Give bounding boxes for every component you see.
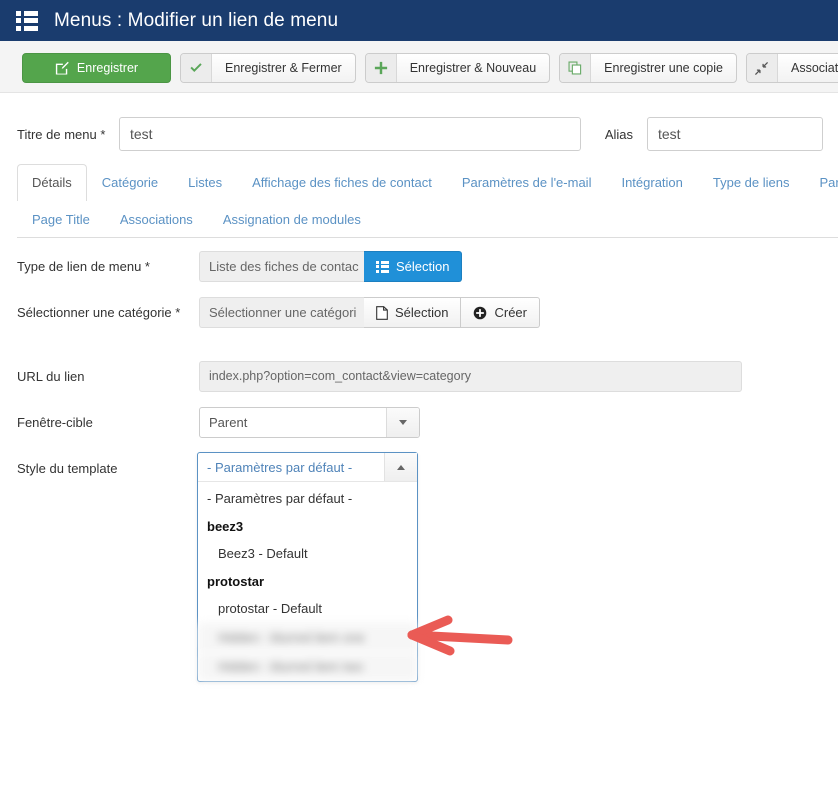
- template-style-dropdown-header[interactable]: - Paramètres par défaut -: [198, 453, 417, 482]
- field-target-window: Fenêtre-cible Parent: [17, 407, 420, 438]
- save-close-button[interactable]: Enregistrer & Fermer: [180, 53, 356, 83]
- menu-grid-icon: [16, 10, 38, 31]
- tab-parametres-email[interactable]: Paramètres de l'e-mail: [447, 164, 607, 201]
- tab-categorie[interactable]: Catégorie: [87, 164, 173, 201]
- field-menu-link-type: Type de lien de menu * Liste des fiches …: [17, 251, 463, 282]
- dropdown-option-default[interactable]: - Paramètres par défaut -: [198, 484, 417, 513]
- save-pencil-icon: [55, 61, 69, 75]
- content-area: Titre de menu * Alias Détails Catégorie …: [0, 94, 838, 709]
- category-select-button[interactable]: Sélection: [364, 297, 462, 328]
- page-title: Menus : Modifier un lien de menu: [54, 9, 339, 31]
- dropdown-group-beez3: beez3: [207, 519, 244, 534]
- title-alias-row: Titre de menu * Alias: [17, 117, 823, 151]
- joomla-menu-item-edit-page: Menus : Modifier un lien de menu Enregis…: [0, 0, 838, 805]
- menu-link-type-label: Type de lien de menu *: [17, 259, 150, 274]
- plus-icon: [365, 54, 397, 82]
- tab-details[interactable]: Détails: [17, 164, 87, 201]
- toolbar: Enregistrer Enregistrer & Fermer Enregis…: [22, 53, 838, 83]
- tab-bar: Détails Catégorie Listes Affichage des f…: [17, 164, 838, 238]
- dropdown-group-protostar: protostar: [207, 574, 265, 589]
- template-style-label: Style du template: [17, 461, 118, 476]
- menu-link-type-control: Liste des fiches de contac Sélection: [199, 251, 463, 282]
- target-window-value: Parent: [209, 415, 248, 430]
- tab-assignation-modules[interactable]: Assignation de modules: [208, 201, 376, 238]
- arrows-collapse-icon: [746, 54, 778, 82]
- field-link-url: URL du lien index.php?option=com_contact…: [17, 361, 742, 392]
- tab-parametres-truncated[interactable]: Param: [805, 164, 838, 201]
- template-style-selected-value: - Paramètres par défaut -: [207, 460, 353, 475]
- document-icon: [376, 305, 388, 320]
- save-button-label: Enregistrer: [76, 61, 139, 75]
- tab-affichage-fiches-contact[interactable]: Affichage des fiches de contact: [237, 164, 447, 201]
- dropdown-option-redacted-2[interactable]: Hidden - blurred item two: [198, 652, 417, 681]
- template-style-option-list: - Paramètres par défaut - beez3 Beez3 - …: [198, 482, 417, 681]
- link-url-value: index.php?option=com_contact&view=catego…: [199, 361, 742, 392]
- tab-row-1: Détails Catégorie Listes Affichage des f…: [17, 164, 838, 201]
- save-copy-button[interactable]: Enregistrer une copie: [559, 53, 737, 83]
- save-copy-button-label: Enregistrer une copie: [604, 61, 723, 75]
- save-new-button-label: Enregistrer & Nouveau: [409, 61, 537, 75]
- tab-associations[interactable]: Associations: [105, 201, 208, 238]
- alias-label: Alias: [604, 126, 633, 142]
- menu-link-type-select-button[interactable]: Sélection: [364, 251, 463, 282]
- tab-page-title[interactable]: Page Title: [17, 201, 105, 238]
- category-buttons: Sélection Créer: [364, 297, 540, 328]
- menu-title-label: Titre de menu *: [17, 126, 106, 142]
- tab-type-de-liens[interactable]: Type de liens: [698, 164, 805, 201]
- tab-listes[interactable]: Listes: [173, 164, 237, 201]
- link-url-label: URL du lien: [17, 369, 85, 384]
- field-template-style: Style du template: [17, 453, 199, 478]
- category-create-button[interactable]: Créer: [461, 297, 540, 328]
- target-window-select[interactable]: Parent: [199, 407, 420, 438]
- category-value: Sélectionner une catégori: [199, 297, 364, 328]
- category-select-label: Sélection: [395, 305, 449, 320]
- menu-link-type-value: Liste des fiches de contac: [199, 251, 364, 282]
- page-header: Menus : Modifier un lien de menu: [0, 0, 838, 41]
- chevron-down-icon[interactable]: [386, 408, 419, 437]
- save-close-button-label: Enregistrer & Fermer: [225, 61, 342, 75]
- tab-integration[interactable]: Intégration: [606, 164, 697, 201]
- category-control: Sélectionner une catégori Sélection Crée…: [199, 297, 540, 328]
- category-label: Sélectionner une catégorie *: [17, 305, 181, 320]
- tab-row-2: Page Title Associations Assignation de m…: [17, 201, 838, 238]
- copy-icon: [560, 54, 592, 82]
- associations-button[interactable]: Associations: [745, 53, 838, 83]
- chevron-up-icon[interactable]: [384, 453, 417, 481]
- dropdown-option-protostar-default[interactable]: protostar - Default: [198, 594, 417, 623]
- target-window-label: Fenêtre-cible: [17, 415, 93, 430]
- save-new-button[interactable]: Enregistrer & Nouveau: [364, 53, 551, 83]
- list-grid-icon: [376, 260, 389, 273]
- dropdown-option-redacted-1[interactable]: Hidden - blurred item one: [198, 623, 417, 652]
- category-create-label: Créer: [494, 305, 527, 320]
- field-category: Sélectionner une catégorie * Sélectionne…: [17, 297, 540, 328]
- alias-input[interactable]: [647, 117, 823, 151]
- dropdown-option-beez3-default[interactable]: Beez3 - Default: [198, 539, 417, 568]
- tab-underline: [17, 237, 838, 238]
- associations-button-label: Associations: [790, 61, 838, 75]
- menu-link-type-select-label: Sélection: [396, 259, 450, 274]
- template-style-dropdown[interactable]: - Paramètres par défaut - - Paramètres p…: [197, 452, 418, 682]
- check-icon: [181, 54, 212, 82]
- menu-title-input[interactable]: [119, 117, 581, 151]
- plus-circle-icon: [473, 306, 487, 320]
- save-button[interactable]: Enregistrer: [22, 53, 171, 83]
- menu-link-type-buttons: Sélection: [364, 251, 463, 282]
